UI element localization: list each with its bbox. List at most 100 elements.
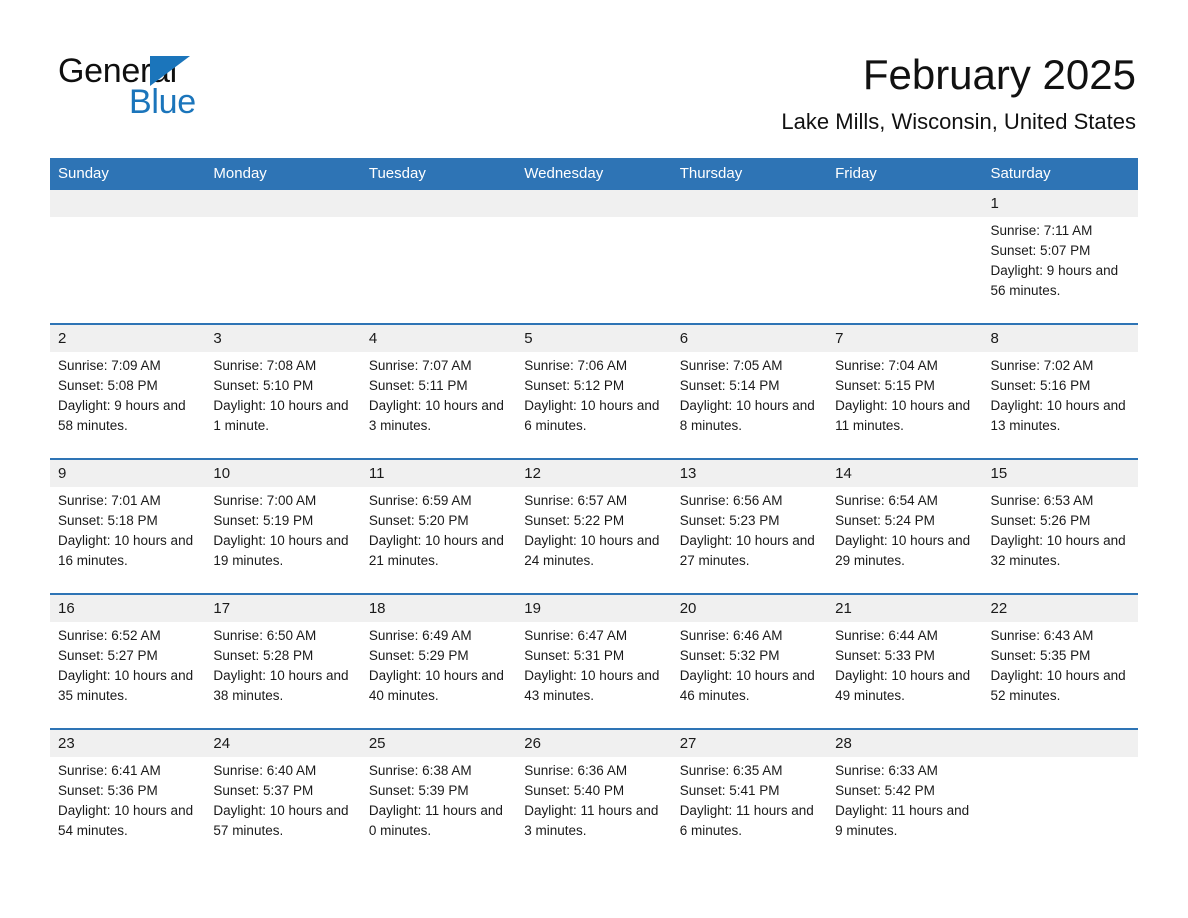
calendar-day-cell[interactable]: 11 Sunrise: 6:59 AM Sunset: 5:20 PM Dayligh…: [360, 458, 517, 594]
day-number: 10: [205, 460, 361, 487]
day-info: Sunrise: 7:06 AM Sunset: 5:12 PM Daylight:…: [516, 352, 671, 436]
day-number: 2: [50, 325, 206, 352]
calendar-empty-cell: [671, 190, 828, 324]
daylight-text: Daylight: 9 hours and 56 minutes.: [990, 263, 1119, 298]
day-number: 23: [50, 730, 206, 757]
calendar-day-cell[interactable]: 2 Sunrise: 7:09 AM Sunset: 5:08 PM Daylight…: [50, 323, 206, 459]
sunset-text: Sunset: 5:31 PM: [524, 648, 625, 663]
calendar-day-cell[interactable]: 1 Sunrise: 7:11 AM Sunset: 5:07 PM Daylight…: [982, 190, 1138, 324]
title-block: February 2025 Lake Mills, Wisconsin, Uni…: [781, 50, 1136, 135]
weekday-header-row: Sunday Monday Tuesday Wednesday Thursday…: [50, 158, 1138, 190]
calendar-day-cell[interactable]: 25 Sunrise: 6:38 AM Sunset: 5:39 PM Dayligh…: [360, 728, 517, 863]
calendar-day-cell[interactable]: 15 Sunrise: 6:53 AM Sunset: 5:26 PM Dayligh…: [982, 458, 1138, 594]
calendar-header-row-group: Sunday Monday Tuesday Wednesday Thursday…: [50, 158, 1138, 190]
calendar-day-cell[interactable]: 21 Sunrise: 6:44 AM Sunset: 5:33 PM Dayligh…: [827, 593, 983, 729]
calendar-day-cell[interactable]: 23 Sunrise: 6:41 AM Sunset: 5:36 PM Dayligh…: [50, 728, 206, 863]
daylight-text: Daylight: 10 hours and 3 minutes.: [368, 398, 504, 433]
day-number: 4: [360, 325, 517, 352]
day-info: Sunrise: 6:46 AM Sunset: 5:32 PM Daylight:…: [672, 622, 827, 706]
calendar-day-cell[interactable]: 22 Sunrise: 6:43 AM Sunset: 5:35 PM Dayligh…: [982, 593, 1138, 729]
calendar-empty-cell: [982, 728, 1138, 863]
day-number: 3: [205, 325, 361, 352]
day-number: 12: [516, 460, 672, 487]
day-number: 8: [982, 325, 1138, 352]
general-blue-logo[interactable]: General Blue: [58, 52, 278, 122]
day-info: Sunrise: 7:09 AM Sunset: 5:08 PM Daylight:…: [50, 352, 205, 436]
day-info: Sunrise: 6:52 AM Sunset: 5:27 PM Daylight:…: [50, 622, 205, 706]
sunset-text: Sunset: 5:27 PM: [58, 648, 158, 663]
sunrise-text: Sunrise: 6:49 AM: [368, 628, 472, 643]
calendar-day-cell[interactable]: 18 Sunrise: 6:49 AM Sunset: 5:29 PM Dayligh…: [360, 593, 517, 729]
sunset-text: Sunset: 5:10 PM: [213, 378, 314, 393]
day-number: 27: [671, 730, 828, 757]
daylight-text: Daylight: 10 hours and 38 minutes.: [213, 668, 349, 703]
sunset-text: Sunset: 5:19 PM: [213, 513, 314, 528]
calendar-body: 1 Sunrise: 7:11 AM Sunset: 5:07 PM Daylight…: [50, 190, 1138, 863]
day-number: 21: [827, 595, 983, 622]
sunrise-text: Sunrise: 7:11 AM: [990, 223, 1093, 238]
day-number: [516, 190, 672, 217]
calendar-day-cell[interactable]: 12 Sunrise: 6:57 AM Sunset: 5:22 PM Dayligh…: [516, 458, 672, 594]
day-number: 11: [360, 460, 517, 487]
sunrise-text: Sunrise: 6:52 AM: [58, 628, 161, 643]
sunset-text: Sunset: 5:36 PM: [58, 783, 158, 798]
day-number: 28: [827, 730, 983, 757]
calendar-day-cell[interactable]: 5 Sunrise: 7:06 AM Sunset: 5:12 PM Daylight…: [516, 323, 672, 459]
calendar-day-cell[interactable]: 8 Sunrise: 7:02 AM Sunset: 5:16 PM Daylight…: [982, 323, 1138, 459]
calendar-day-cell[interactable]: 20 Sunrise: 6:46 AM Sunset: 5:32 PM Dayligh…: [671, 593, 828, 729]
calendar-week-row: 1 Sunrise: 7:11 AM Sunset: 5:07 PM Daylight…: [50, 190, 1138, 324]
logo-text-blue: Blue: [129, 83, 196, 121]
day-number: 16: [50, 595, 206, 622]
calendar-day-cell[interactable]: 6 Sunrise: 7:05 AM Sunset: 5:14 PM Daylight…: [671, 323, 828, 459]
day-number: 20: [671, 595, 828, 622]
daylight-text: Daylight: 10 hours and 54 minutes.: [58, 803, 194, 838]
calendar-day-cell[interactable]: 24 Sunrise: 6:40 AM Sunset: 5:37 PM Dayligh…: [205, 728, 361, 863]
calendar-day-cell[interactable]: 4 Sunrise: 7:07 AM Sunset: 5:11 PM Daylight…: [360, 323, 517, 459]
sunrise-text: Sunrise: 7:01 AM: [58, 493, 161, 508]
daylight-text: Daylight: 10 hours and 6 minutes.: [524, 398, 660, 433]
sunrise-text: Sunrise: 7:09 AM: [58, 358, 161, 373]
calendar-day-cell[interactable]: 26 Sunrise: 6:36 AM Sunset: 5:40 PM Dayligh…: [516, 728, 672, 863]
weekday-header-wednesday: Wednesday: [516, 158, 672, 190]
sunset-text: Sunset: 5:26 PM: [990, 513, 1091, 528]
day-number: 5: [516, 325, 672, 352]
daylight-text: Daylight: 11 hours and 6 minutes.: [679, 803, 814, 838]
sunrise-text: Sunrise: 7:04 AM: [835, 358, 938, 373]
logo-triangle-icon: [150, 56, 190, 86]
sunset-text: Sunset: 5:16 PM: [990, 378, 1091, 393]
calendar-day-cell[interactable]: 17 Sunrise: 6:50 AM Sunset: 5:28 PM Dayligh…: [205, 593, 361, 729]
day-info: Sunrise: 6:38 AM Sunset: 5:39 PM Daylight:…: [361, 757, 516, 841]
calendar-day-cell[interactable]: 28 Sunrise: 6:33 AM Sunset: 5:42 PM Dayligh…: [827, 728, 983, 863]
calendar-day-cell[interactable]: 9 Sunrise: 7:01 AM Sunset: 5:18 PM Daylight…: [50, 458, 206, 594]
calendar-day-cell[interactable]: 13 Sunrise: 6:56 AM Sunset: 5:23 PM Dayligh…: [671, 458, 828, 594]
sunrise-text: Sunrise: 7:07 AM: [368, 358, 472, 373]
calendar-day-cell[interactable]: 27 Sunrise: 6:35 AM Sunset: 5:41 PM Dayligh…: [671, 728, 828, 863]
calendar-day-cell[interactable]: 3 Sunrise: 7:08 AM Sunset: 5:10 PM Daylight…: [205, 323, 361, 459]
sunset-text: Sunset: 5:39 PM: [368, 783, 469, 798]
sunset-text: Sunset: 5:20 PM: [368, 513, 469, 528]
day-number: 18: [360, 595, 517, 622]
sunset-text: Sunset: 5:35 PM: [990, 648, 1091, 663]
day-number: 6: [671, 325, 828, 352]
calendar-day-cell[interactable]: 19 Sunrise: 6:47 AM Sunset: 5:31 PM Dayligh…: [516, 593, 672, 729]
sunrise-text: Sunrise: 6:43 AM: [990, 628, 1094, 643]
daylight-text: Daylight: 10 hours and 1 minute.: [213, 398, 349, 433]
calendar-day-cell[interactable]: 14 Sunrise: 6:54 AM Sunset: 5:24 PM Dayligh…: [827, 458, 983, 594]
day-number: 7: [827, 325, 983, 352]
calendar-day-cell[interactable]: 10 Sunrise: 7:00 AM Sunset: 5:19 PM Dayligh…: [205, 458, 361, 594]
day-info: Sunrise: 6:50 AM Sunset: 5:28 PM Daylight:…: [205, 622, 360, 706]
daylight-text: Daylight: 10 hours and 11 minutes.: [835, 398, 971, 433]
day-number: 1: [982, 190, 1138, 217]
calendar-empty-cell: [205, 190, 361, 324]
day-info: Sunrise: 7:04 AM Sunset: 5:15 PM Daylight:…: [827, 352, 982, 436]
calendar-day-cell[interactable]: 16 Sunrise: 6:52 AM Sunset: 5:27 PM Dayligh…: [50, 593, 206, 729]
sunrise-text: Sunrise: 6:46 AM: [679, 628, 783, 643]
calendar-week-row: 9 Sunrise: 7:01 AM Sunset: 5:18 PM Daylight…: [50, 458, 1138, 594]
sunset-text: Sunset: 5:18 PM: [58, 513, 158, 528]
sunrise-sunset-calendar: Sunday Monday Tuesday Wednesday Thursday…: [50, 158, 1138, 863]
calendar-empty-cell: [516, 190, 672, 324]
calendar-day-cell[interactable]: 7 Sunrise: 7:04 AM Sunset: 5:15 PM Daylight…: [827, 323, 983, 459]
daylight-text: Daylight: 10 hours and 19 minutes.: [213, 533, 349, 568]
sunset-text: Sunset: 5:29 PM: [368, 648, 469, 663]
day-info: Sunrise: 7:08 AM Sunset: 5:10 PM Daylight:…: [205, 352, 360, 436]
